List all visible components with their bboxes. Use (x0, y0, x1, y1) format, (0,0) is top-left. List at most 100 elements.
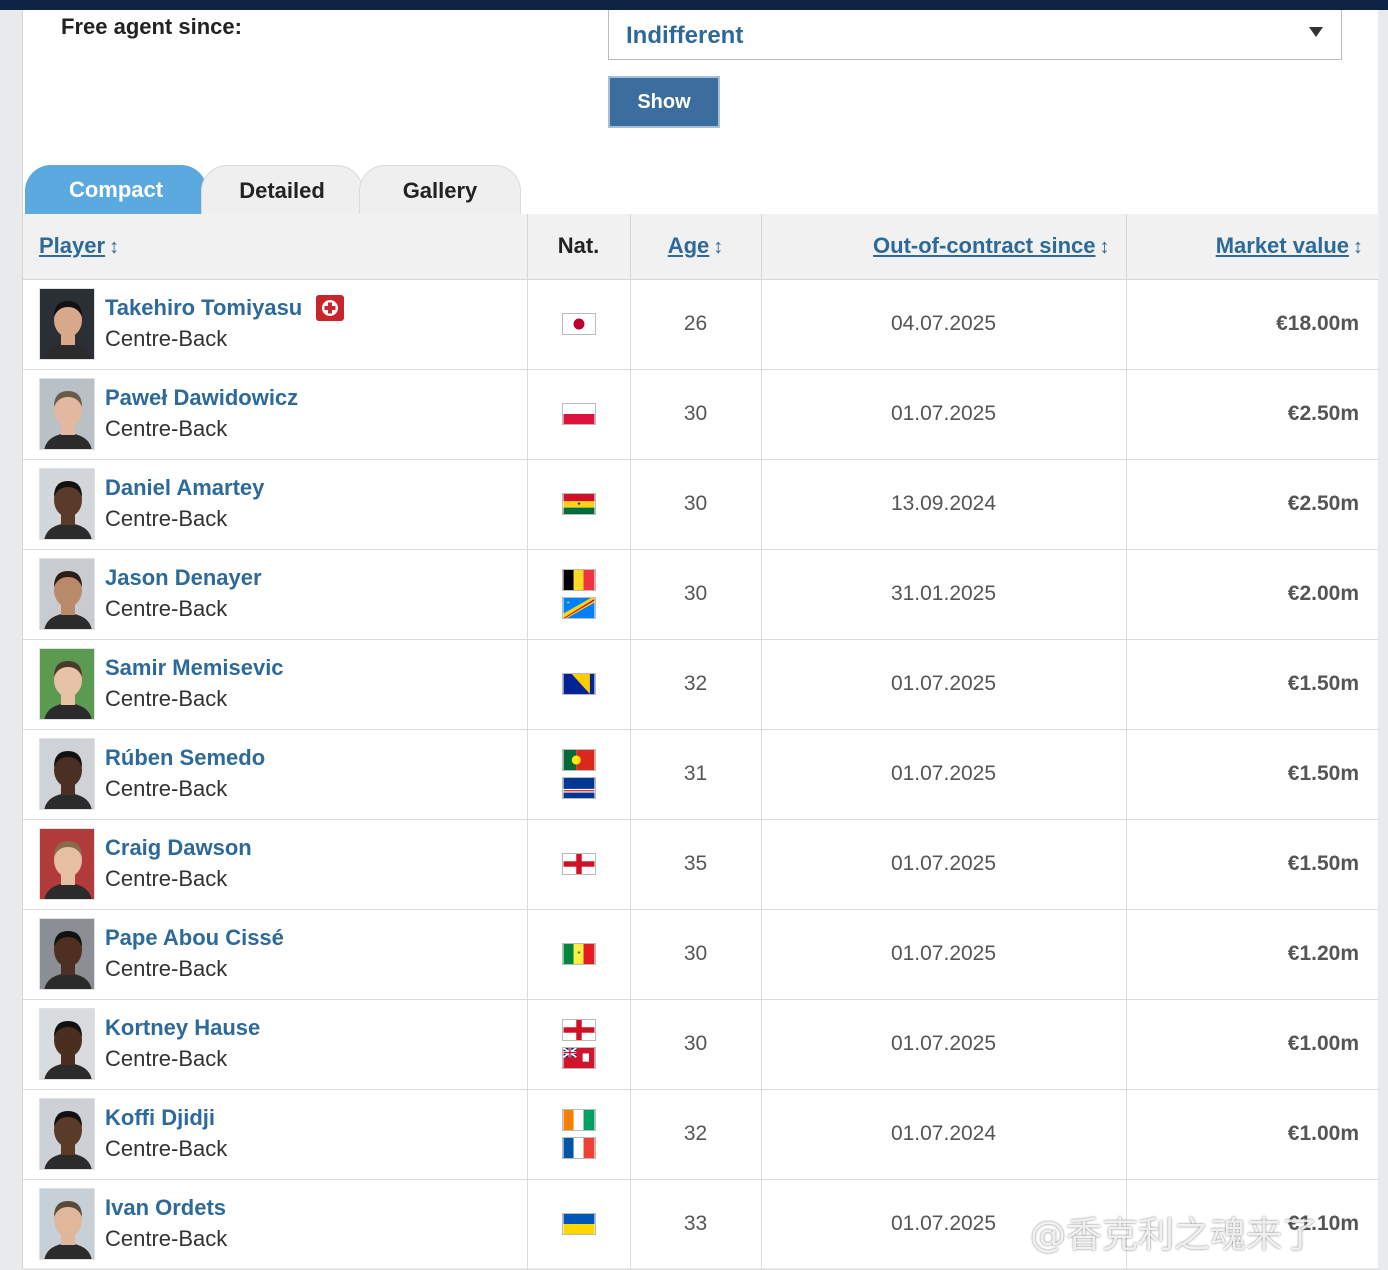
player-position: Centre-Back (105, 416, 228, 441)
cell-out-of-contract: 01.07.2025 (761, 819, 1127, 910)
cell-out-of-contract: 01.07.2025 (761, 909, 1127, 1000)
flag-dr-congo-icon (561, 597, 596, 619)
player-name-link[interactable]: Koffi Djidji (105, 1103, 215, 1133)
free-agent-since-select[interactable]: Indifferent (608, 10, 1342, 60)
cell-market-value: €18.00m (1126, 279, 1379, 370)
player-name-link[interactable]: Takehiro Tomiyasu (105, 293, 302, 323)
sort-icon: ↕ (109, 236, 120, 259)
player-name-link[interactable]: Daniel Amartey (105, 473, 264, 503)
top-nav-bar (0, 0, 1388, 10)
table-row: Pape Abou Cissé Centre-Back 30 01.07.2025 €1… (23, 909, 1379, 1000)
cell-nationality (527, 819, 631, 910)
table-header-row: Player ↕ Nat. Age ↕ Out-of-contract since ↕… (23, 214, 1379, 280)
player-position: Centre-Back (105, 596, 228, 621)
table-row: Paweł Dawidowicz Centre-Back 30 01.07.2025 €… (23, 369, 1379, 460)
header-nat: Nat. (527, 214, 631, 280)
tab-compact[interactable]: Compact (25, 165, 207, 215)
cell-market-value: €2.00m (1126, 549, 1379, 640)
cell-market-value: €1.00m (1126, 999, 1379, 1090)
injury-icon[interactable] (316, 295, 345, 321)
flag-poland-icon (561, 403, 596, 425)
header-out-of-contract[interactable]: Out-of-contract since ↕ (761, 214, 1127, 280)
flag-ukraine-icon (561, 1213, 596, 1235)
watermark: @香克利之魂来了 (1030, 1215, 1319, 1256)
caret-down-icon (1309, 27, 1323, 37)
cell-player: Pape Abou Cissé Centre-Back (23, 909, 528, 1000)
player-photo[interactable] (39, 738, 95, 810)
player-photo[interactable] (39, 468, 95, 540)
player-position: Centre-Back (105, 956, 228, 981)
player-photo[interactable] (39, 918, 95, 990)
header-market-value[interactable]: Market value ↕ (1126, 214, 1379, 280)
tab-detailed[interactable]: Detailed (201, 165, 363, 215)
player-position: Centre-Back (105, 776, 228, 801)
cell-market-value: €1.20m (1126, 909, 1379, 1000)
cell-player: Koffi Djidji Centre-Back (23, 1089, 528, 1180)
player-position: Centre-Back (105, 326, 228, 351)
table-row: Jason Denayer Centre-Back 30 31.01.2025 €2.0… (23, 549, 1379, 640)
player-photo[interactable] (39, 558, 95, 630)
player-name-link[interactable]: Jason Denayer (105, 563, 262, 593)
player-position: Centre-Back (105, 1226, 228, 1251)
cell-nationality (527, 279, 631, 370)
player-name-link[interactable]: Pape Abou Cissé (105, 923, 284, 953)
cell-out-of-contract: 31.01.2025 (761, 549, 1127, 640)
player-name-link[interactable]: Paweł Dawidowicz (105, 383, 298, 413)
flag-england-icon (561, 853, 596, 875)
player-position: Centre-Back (105, 506, 228, 531)
sort-icon: ↕ (1353, 236, 1363, 259)
cell-age: 30 (630, 909, 762, 1000)
flag-senegal-icon (561, 943, 596, 965)
flag-ghana-icon (561, 493, 596, 515)
search-results-panel: Free agent since: Indifferent Show Compa… (22, 10, 1379, 1270)
cell-age: 30 (630, 549, 762, 640)
header-age[interactable]: Age ↕ (630, 214, 762, 280)
cell-player: Paweł Dawidowicz Centre-Back (23, 369, 528, 460)
cell-nationality (527, 639, 631, 730)
cell-out-of-contract: 13.09.2024 (761, 459, 1127, 550)
player-photo[interactable] (39, 1098, 95, 1170)
cell-player: Craig Dawson Centre-Back (23, 819, 528, 910)
player-photo[interactable] (39, 648, 95, 720)
player-name-link[interactable]: Samir Memisevic (105, 653, 284, 683)
show-button[interactable]: Show (608, 76, 720, 128)
cell-market-value: €2.50m (1126, 369, 1379, 460)
player-name-link[interactable]: Ivan Ordets (105, 1193, 226, 1223)
cell-age: 30 (630, 369, 762, 460)
flag-belgium-icon (561, 569, 596, 591)
player-photo[interactable] (39, 828, 95, 900)
free-agent-since-label: Free agent since: (61, 14, 242, 39)
cell-age: 33 (630, 1179, 762, 1270)
player-photo[interactable] (39, 288, 95, 360)
cell-player: Ivan Ordets Centre-Back (23, 1179, 528, 1270)
cell-out-of-contract: 01.07.2025 (761, 729, 1127, 820)
player-position: Centre-Back (105, 866, 228, 891)
cell-out-of-contract: 04.07.2025 (761, 279, 1127, 370)
cell-market-value: €2.50m (1126, 459, 1379, 550)
flag-ivory-coast-icon (561, 1109, 596, 1131)
cell-nationality (527, 1089, 631, 1180)
cell-market-value: €1.00m (1126, 1089, 1379, 1180)
player-name-link[interactable]: Rúben Semedo (105, 743, 265, 773)
player-name-link[interactable]: Craig Dawson (105, 833, 252, 863)
tab-gallery[interactable]: Gallery (359, 165, 521, 215)
cell-player: Kortney Hause Centre-Back (23, 999, 528, 1090)
player-photo[interactable] (39, 1008, 95, 1080)
player-position: Centre-Back (105, 686, 228, 711)
cell-age: 35 (630, 819, 762, 910)
cell-age: 32 (630, 1089, 762, 1180)
cell-market-value: €1.50m (1126, 819, 1379, 910)
table-row: Takehiro Tomiyasu Centre-Back 26 04.07.2025… (23, 279, 1379, 370)
cell-age: 26 (630, 279, 762, 370)
table-row: Daniel Amartey Centre-Back 30 13.09.2024 €2.… (23, 459, 1379, 550)
player-photo[interactable] (39, 1188, 95, 1260)
cell-player: Jason Denayer Centre-Back (23, 549, 528, 640)
view-tabs: Compact Detailed Gallery (23, 165, 623, 215)
player-photo[interactable] (39, 378, 95, 450)
player-name-link[interactable]: Kortney Hause (105, 1013, 260, 1043)
header-player[interactable]: Player ↕ (23, 214, 528, 280)
table-row: Rúben Semedo Centre-Back 31 01.07.2025 €1.50… (23, 729, 1379, 820)
cell-out-of-contract: 01.07.2025 (761, 369, 1127, 460)
cell-age: 30 (630, 999, 762, 1090)
table-row: Koffi Djidji Centre-Back 32 01.07.2024 €1.00… (23, 1089, 1379, 1180)
